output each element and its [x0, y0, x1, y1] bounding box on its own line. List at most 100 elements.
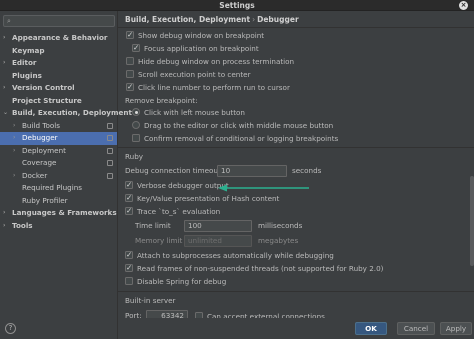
radio-label: Drag to the editor or click with middle … [144, 121, 334, 130]
checkbox-label: Confirm removal of conditional or loggin… [144, 134, 339, 143]
checkbox-box[interactable] [125, 192, 133, 203]
sidebar-item-docker[interactable]: › Docker [0, 170, 117, 183]
sidebar-item-required-plugins[interactable]: Required Plugins [0, 182, 117, 195]
project-level-icon [107, 122, 113, 129]
sidebar-item-build-tools[interactable]: › Build Tools [0, 120, 117, 133]
sidebar-item-label: Languages & Frameworks [12, 208, 117, 217]
breadcrumb-separator: › [252, 15, 256, 24]
sidebar-item-label: Coverage [22, 158, 57, 167]
divider [118, 147, 474, 148]
radio-label: Click with left mouse button [144, 108, 245, 117]
timeout-field[interactable]: 10 [217, 165, 287, 177]
chevron-right-icon[interactable]: › [3, 32, 5, 45]
sidebar-item-ruby-profiler[interactable]: Ruby Profiler [0, 195, 117, 208]
chevron-right-icon[interactable]: › [13, 120, 15, 133]
checkbox-box[interactable] [132, 134, 140, 142]
chevron-right-icon[interactable]: › [13, 145, 15, 158]
builtin-server-heading: Built-in server [125, 296, 176, 305]
sidebar-item-label: Ruby Profiler [22, 195, 68, 205]
sidebar-item-build-execution-deployment[interactable]: ⌄ Build, Execution, Deployment [0, 107, 132, 120]
project-level-icon [107, 147, 113, 154]
radio-button[interactable] [132, 108, 140, 116]
checkbox-box[interactable] [125, 205, 133, 216]
divider [118, 27, 474, 28]
sidebar-item-version-control[interactable]: › Version Control [0, 82, 117, 95]
help-button[interactable]: ? [5, 323, 16, 334]
apply-button[interactable]: Apply [440, 322, 472, 335]
annotation-arrow-icon [218, 184, 309, 192]
sidebar-item-languages-frameworks[interactable]: › Languages & Frameworks [0, 207, 117, 220]
sidebar-item-label: Appearance & Behavior [12, 33, 108, 42]
chevron-right-icon[interactable]: › [3, 82, 5, 95]
close-icon[interactable]: × [459, 1, 468, 10]
sidebar-item-label: Build Tools [22, 120, 61, 130]
breadcrumb-current: Debugger [257, 15, 299, 24]
search-input[interactable]: ⌕ [3, 15, 115, 27]
sidebar-item-keymap[interactable]: Keymap [0, 45, 117, 58]
checkbox-label: Hide debug window on process termination [138, 57, 295, 66]
checkbox-label: Show debug window on breakpoint [138, 31, 265, 40]
checkbox-label: Focus application on breakpoint [144, 44, 259, 53]
settings-sidebar: ⌕ › Appearance & Behavior Keymap › Editor Plu… [0, 11, 132, 339]
dialog-button-bar: OK Cancel Apply [118, 318, 474, 339]
time-limit-field[interactable]: 100 [184, 220, 252, 232]
sidebar-item-label: Required Plugins [22, 183, 83, 192]
project-level-icon [107, 160, 113, 166]
breadcrumb-parent[interactable]: Build, Execution, Deployment [125, 15, 250, 24]
chevron-right-icon[interactable]: › [13, 132, 15, 145]
sidebar-item-tools[interactable]: › Tools [0, 220, 117, 233]
settings-tree: › Appearance & Behavior Keymap › Editor Plugi… [0, 32, 132, 233]
checkbox-label: Read frames of non-suspended threads (no… [137, 264, 384, 273]
sidebar-item-label: Version Control [12, 83, 75, 92]
memory-limit-unit: megabytes [258, 236, 299, 245]
sidebar-item-debugger[interactable]: › Debugger [0, 132, 117, 145]
chevron-right-icon[interactable]: › [3, 57, 5, 70]
checkbox-box[interactable] [125, 277, 133, 285]
sidebar-item-label: Plugins [12, 70, 42, 80]
ok-button[interactable]: OK [355, 322, 387, 335]
sidebar-item-deployment[interactable]: › Deployment [0, 145, 117, 158]
checkbox-label: Verbose debugger output [137, 181, 229, 190]
time-limit-unit: milliseconds [258, 221, 303, 230]
checkbox-box[interactable] [125, 262, 133, 273]
sidebar-item-label: Docker [22, 170, 48, 180]
search-icon: ⌕ [7, 17, 11, 25]
window-titlebar: Settings × [0, 0, 474, 11]
sidebar-item-label: Editor [12, 58, 37, 67]
chevron-right-icon[interactable]: › [3, 220, 5, 233]
checkbox-box[interactable] [125, 179, 133, 190]
timeout-label: Debug connection timeout [125, 166, 221, 175]
checkbox-box[interactable] [126, 57, 134, 65]
checkbox-box[interactable] [132, 42, 140, 53]
vertical-scrollbar[interactable] [470, 176, 474, 266]
sidebar-item-label: Deployment [22, 145, 66, 155]
time-limit-label: Time limit [135, 221, 171, 230]
checkbox-box[interactable] [126, 29, 134, 40]
sidebar-item-project-structure[interactable]: Project Structure [0, 95, 117, 108]
sidebar-item-editor[interactable]: › Editor [0, 57, 117, 70]
memory-limit-label: Memory limit [135, 236, 183, 245]
memory-limit-field[interactable]: unlimited [184, 235, 252, 247]
debugger-settings-panel: Build, Execution, Deployment›Debugger Sh… [118, 11, 474, 339]
project-level-icon [107, 172, 113, 179]
chevron-down-icon[interactable]: ⌄ [3, 107, 8, 120]
checkbox-box[interactable] [126, 70, 134, 78]
sidebar-item-plugins[interactable]: Plugins [0, 70, 117, 83]
checkbox-label: Attach to subprocesses automatically whi… [137, 251, 334, 260]
checkbox-box[interactable] [125, 249, 133, 260]
checkbox-label: Key/Value presentation of Hash content [137, 194, 280, 203]
checkbox-label: Click line number to perform run to curs… [138, 83, 290, 92]
divider [118, 291, 474, 292]
chevron-right-icon[interactable]: › [3, 207, 5, 220]
chevron-right-icon[interactable]: › [13, 170, 15, 183]
checkbox-box[interactable] [126, 81, 134, 92]
sidebar-item-label: Project Structure [12, 95, 82, 105]
window-title: Settings [219, 1, 255, 10]
checkbox-label: Scroll execution point to center [138, 70, 251, 79]
checkbox-label: Disable Spring for debug [137, 277, 227, 286]
sidebar-item-coverage[interactable]: Coverage [0, 157, 117, 170]
timeout-unit: seconds [292, 166, 322, 175]
radio-button[interactable] [132, 121, 140, 129]
cancel-button[interactable]: Cancel [397, 322, 435, 335]
sidebar-item-appearance-behavior[interactable]: › Appearance & Behavior [0, 32, 117, 45]
